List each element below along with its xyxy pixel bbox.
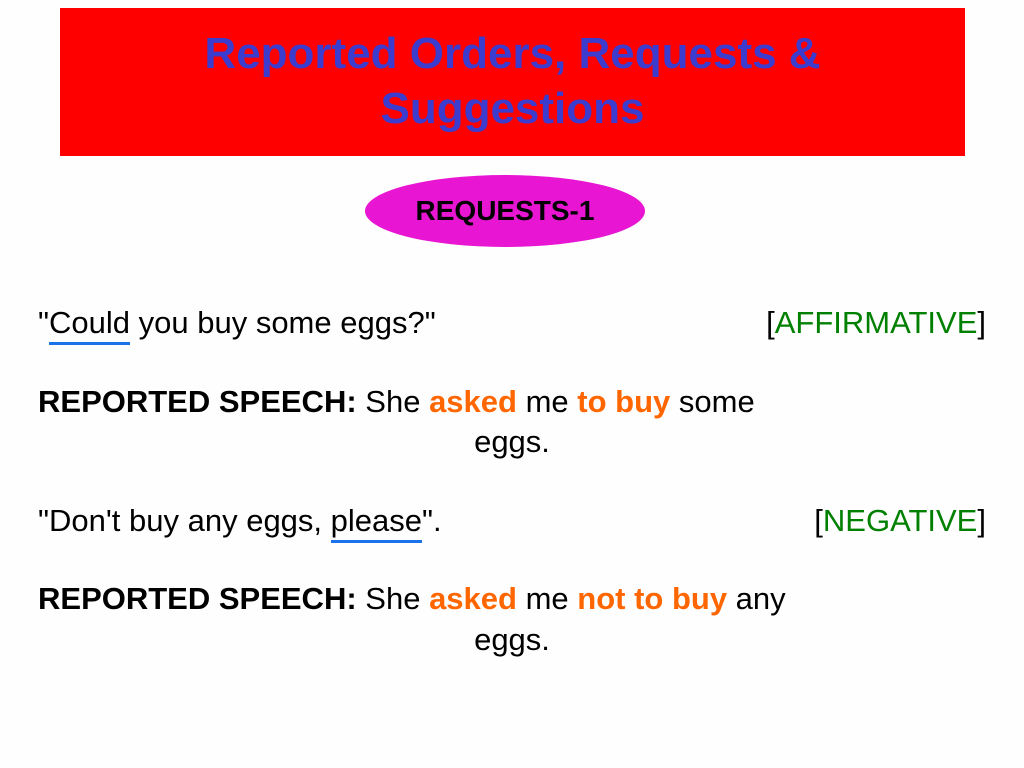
affirmative-reported-line-2: eggs. (38, 419, 986, 466)
affirmative-tag-text: AFFIRMATIVE (775, 305, 978, 340)
content-body: "Could you buy some eggs?" [AFFIRMATIVE]… (38, 300, 986, 663)
subtitle-oval: Requests-1 (365, 175, 645, 247)
subtitle-text: Requests-1 (416, 195, 595, 227)
please-underlined: please (331, 503, 422, 543)
rs-part2: me (517, 384, 577, 419)
rs-asked: asked (429, 384, 517, 419)
rs-label: REPORTED SPEECH: (38, 384, 357, 419)
affirmative-quote-row: "Could you buy some eggs?" [AFFIRMATIVE] (38, 300, 986, 347)
negative-quote-row: "Don't buy any eggs, please". [NEGATIVE] (38, 498, 986, 545)
quote-rest: you buy some eggs?" (130, 305, 436, 340)
rs-neg-part2: me (517, 581, 577, 616)
rs-part3: some (670, 384, 754, 419)
affirmative-quote: "Could you buy some eggs?" (38, 300, 436, 347)
negative-tag: [NEGATIVE] (814, 498, 986, 545)
negative-quote: "Don't buy any eggs, please". (38, 498, 442, 545)
affirmative-tag: [AFFIRMATIVE] (766, 300, 986, 347)
rs-tobuy: to buy (577, 384, 670, 419)
rs-neg-notbuy: not to buy (577, 581, 727, 616)
negative-tag-text: NEGATIVE (823, 503, 977, 538)
neg-quote-start: "Don't buy any eggs, (38, 503, 331, 538)
rs-part1: She (357, 384, 429, 419)
negative-reported-line-2: eggs. (38, 617, 986, 664)
rs-neg-asked: asked (429, 581, 517, 616)
title-banner: Reported Orders, Requests & Suggestions (60, 8, 965, 156)
could-underlined: Could (49, 305, 130, 345)
rs-label-neg: REPORTED SPEECH: (38, 581, 357, 616)
title-text: Reported Orders, Requests & Suggestions (80, 26, 945, 136)
neg-quote-close: ". (422, 503, 442, 538)
quote-open: " (38, 305, 49, 340)
rs-neg-part3: any (727, 581, 786, 616)
rs-neg-part1: She (357, 581, 429, 616)
